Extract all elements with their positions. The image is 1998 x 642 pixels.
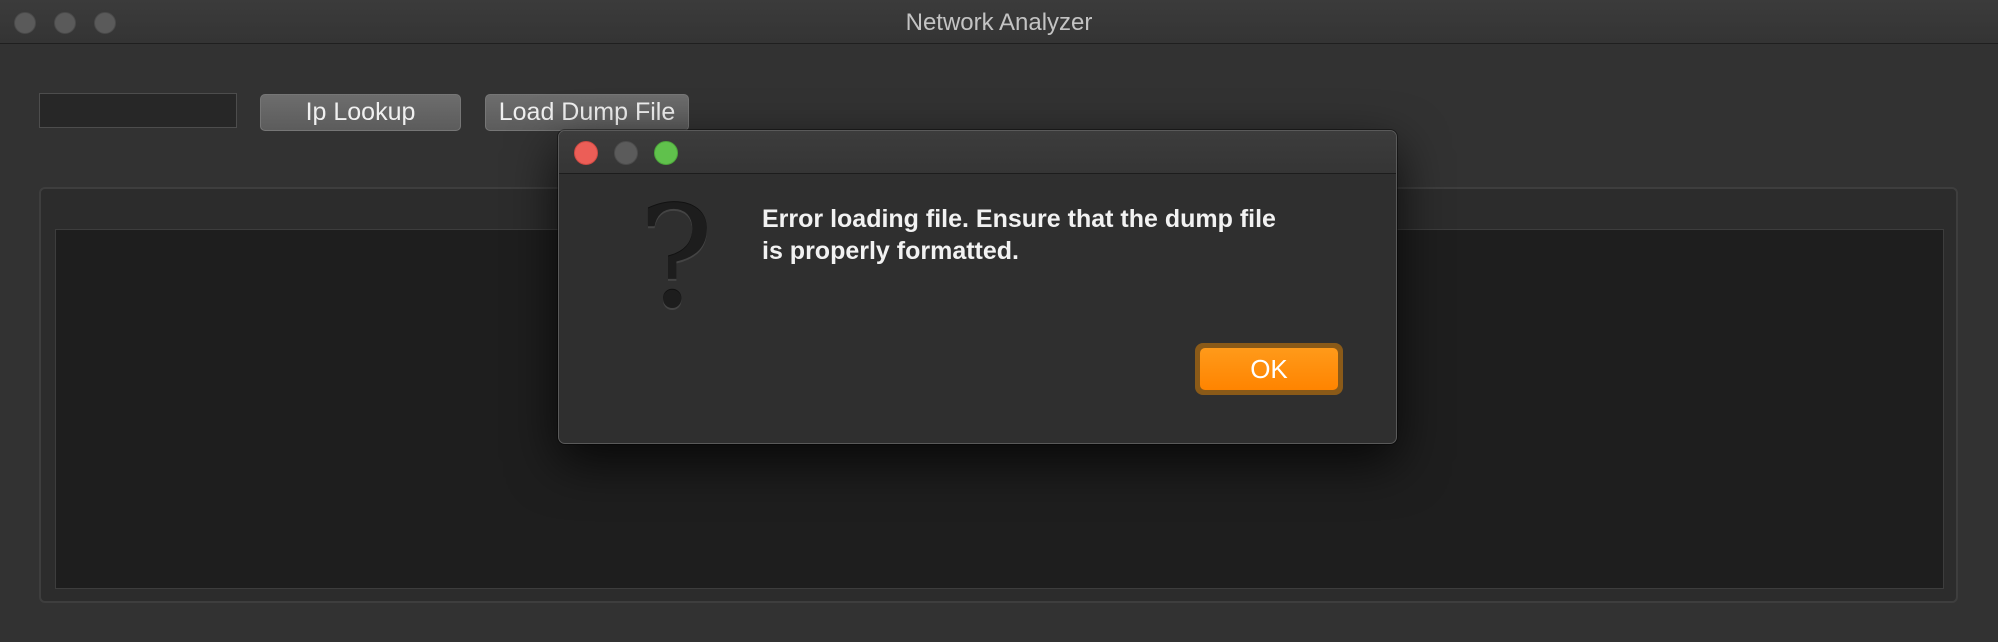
ip-address-input[interactable] <box>39 93 237 128</box>
dialog-titlebar <box>559 131 1396 174</box>
ok-button-focus-ring: OK <box>1195 343 1343 395</box>
dialog-close-button[interactable] <box>574 141 598 165</box>
window-title: Network Analyzer <box>905 9 1093 36</box>
main-window-titlebar: Network Analyzer <box>0 0 1998 44</box>
load-dump-file-button[interactable]: Load Dump File <box>485 94 689 131</box>
ip-lookup-button[interactable]: Ip Lookup <box>260 94 461 131</box>
error-dialog: ? Error loading file. Ensure that the du… <box>558 130 1397 444</box>
question-mark-icon: ? <box>638 177 714 340</box>
dialog-message: Error loading file. Ensure that the dump… <box>762 205 1276 265</box>
dialog-minimize-button <box>614 141 638 165</box>
dialog-maximize-button[interactable] <box>654 141 678 165</box>
ok-button[interactable]: OK <box>1200 348 1338 390</box>
